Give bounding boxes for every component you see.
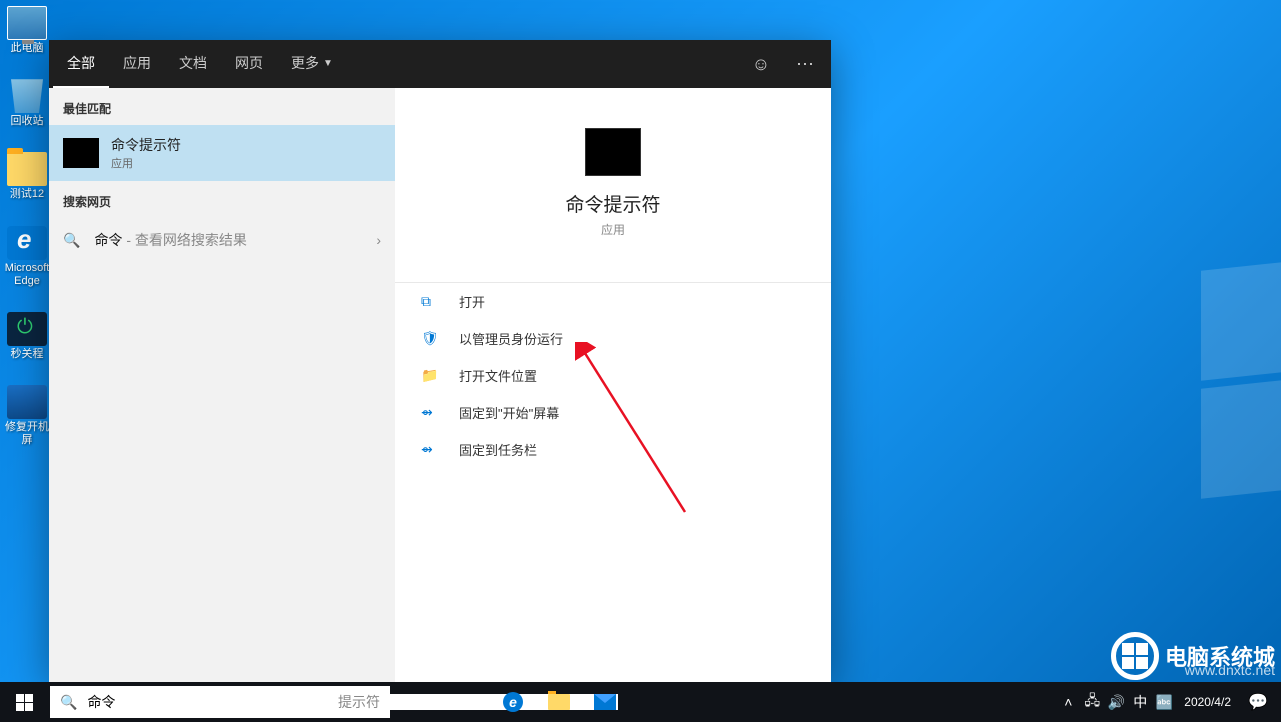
feedback-icon[interactable]: ☺ xyxy=(739,40,783,88)
web-term: 命令 xyxy=(94,232,122,248)
tray-chevron-up-icon[interactable]: ˄ xyxy=(1056,682,1080,722)
task-view-button[interactable]: ⊞ xyxy=(444,682,490,722)
icon-label: 修复开机屏 xyxy=(2,421,52,447)
preview-subtitle: 应用 xyxy=(395,221,831,238)
web-desc: - 查看网络搜索结果 xyxy=(122,232,246,248)
tab-web[interactable]: 网页 xyxy=(221,40,277,88)
admin-icon: 🛡 xyxy=(421,330,443,347)
chevron-down-icon: ▼ xyxy=(323,58,333,69)
result-title: 命令提示符 xyxy=(111,135,181,155)
tray-ime-icon[interactable]: 中 xyxy=(1128,682,1152,722)
search-icon: 🔍 xyxy=(60,694,77,711)
more-options-icon[interactable]: ⋯ xyxy=(783,40,827,88)
icon-label: 回收站 xyxy=(2,115,52,128)
icon-label: Microsoft Edge xyxy=(2,262,52,288)
action-label: 打开文件位置 xyxy=(459,366,537,385)
preview-cmd-icon xyxy=(585,128,641,176)
tab-more[interactable]: 更多▼ xyxy=(277,40,347,88)
search-results-list: 最佳匹配 命令提示符 应用 搜索网页 🔍 命令 - 查看网络搜索结果 › xyxy=(49,88,395,682)
pin-icon: ⇴ xyxy=(421,404,443,421)
tray-clock[interactable]: 2020/4/2 xyxy=(1176,695,1239,709)
icon-label: 测试12 xyxy=(2,188,52,201)
watermark-url: www.dnxtc.net xyxy=(1185,662,1275,678)
taskbar-explorer[interactable] xyxy=(536,682,582,722)
desktop-icon-app[interactable]: 秒关程 xyxy=(2,312,52,361)
search-icon: 🔍 xyxy=(63,232,80,249)
desktop-icon-this-pc[interactable]: 此电脑 xyxy=(2,6,52,55)
taskbar-search-box[interactable]: 🔍 提示符 xyxy=(50,686,390,718)
taskbar: 🔍 提示符 ○ ⊞ e ˄ 🖧 🔊 中 🔤 2020/4/2 💬 xyxy=(0,682,1281,722)
preview-title: 命令提示符 xyxy=(395,190,831,217)
action-label: 固定到"开始"屏幕 xyxy=(459,403,559,422)
tray-network-icon[interactable]: 🖧 xyxy=(1080,682,1104,722)
folder-icon: 📁 xyxy=(421,367,443,384)
action-run-admin[interactable]: 🛡 以管理员身份运行 xyxy=(395,320,831,357)
icon-label: 秒关程 xyxy=(2,348,52,361)
action-open[interactable]: ⧉ 打开 xyxy=(395,283,831,320)
web-search-result[interactable]: 🔍 命令 - 查看网络搜索结果 › xyxy=(49,218,395,262)
system-tray: ˄ 🖧 🔊 中 🔤 2020/4/2 💬 xyxy=(1056,682,1281,722)
action-label: 以管理员身份运行 xyxy=(459,329,563,348)
section-best-match: 最佳匹配 xyxy=(49,88,395,125)
action-open-location[interactable]: 📁 打开文件位置 xyxy=(395,357,831,394)
taskbar-mail[interactable] xyxy=(582,682,628,722)
desktop-icon-recycle-bin[interactable]: 回收站 xyxy=(2,79,52,128)
action-pin-start[interactable]: ⇴ 固定到"开始"屏幕 xyxy=(395,394,831,431)
tray-volume-icon[interactable]: 🔊 xyxy=(1104,682,1128,722)
search-preview-pane: 命令提示符 应用 ⧉ 打开 🛡 以管理员身份运行 📁 打开文件位置 ⇴ xyxy=(395,88,831,682)
desktop-icon-edge[interactable]: Microsoft Edge xyxy=(2,226,52,288)
action-center-button[interactable]: 💬 xyxy=(1239,682,1277,722)
tab-all[interactable]: 全部 xyxy=(53,40,109,88)
tab-apps[interactable]: 应用 xyxy=(109,40,165,88)
chevron-right-icon: › xyxy=(376,232,381,248)
search-panel: 全部 应用 文档 网页 更多▼ ☺ ⋯ 最佳匹配 命令提示符 应用 搜索网页 🔍… xyxy=(49,40,831,682)
tray-input-icon[interactable]: 🔤 xyxy=(1152,682,1176,722)
desktop-icons: 此电脑 回收站 测试12 Microsoft Edge 秒关程 修复开机屏 xyxy=(2,6,52,472)
preview-actions: ⧉ 打开 🛡 以管理员身份运行 📁 打开文件位置 ⇴ 固定到"开始"屏幕 ⇴ xyxy=(395,282,831,468)
start-button[interactable] xyxy=(0,682,48,722)
desktop-icon-fix[interactable]: 修复开机屏 xyxy=(2,385,52,447)
result-cmd[interactable]: 命令提示符 应用 xyxy=(49,125,395,181)
cortana-button[interactable]: ○ xyxy=(398,682,444,722)
action-pin-taskbar[interactable]: ⇴ 固定到任务栏 xyxy=(395,431,831,468)
search-tabs: 全部 应用 文档 网页 更多▼ ☺ ⋯ xyxy=(49,40,831,88)
windows-icon xyxy=(16,694,33,711)
section-web: 搜索网页 xyxy=(49,181,395,218)
result-subtitle: 应用 xyxy=(111,155,181,171)
open-icon: ⧉ xyxy=(421,293,443,310)
desktop-icon-folder[interactable]: 测试12 xyxy=(2,152,52,201)
pin-icon: ⇴ xyxy=(421,441,443,458)
taskbar-edge[interactable]: e xyxy=(490,682,536,722)
cmd-icon xyxy=(63,138,99,168)
action-label: 固定到任务栏 xyxy=(459,440,537,459)
tab-docs[interactable]: 文档 xyxy=(165,40,221,88)
action-label: 打开 xyxy=(459,292,485,311)
